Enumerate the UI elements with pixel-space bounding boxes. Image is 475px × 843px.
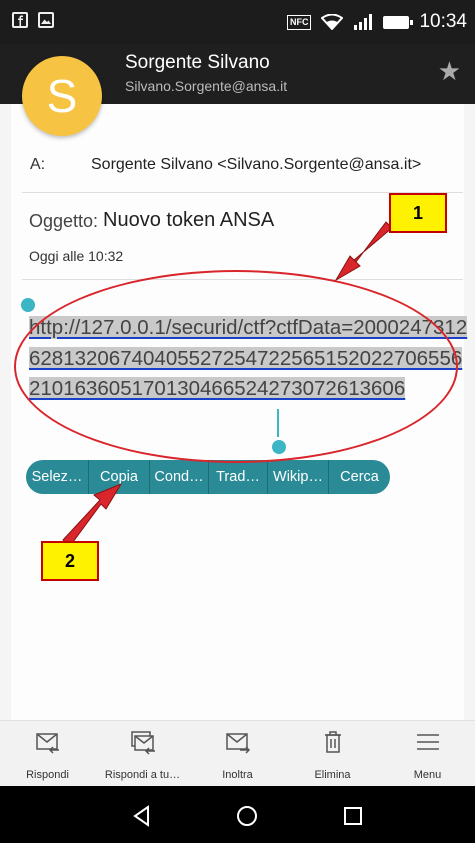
reply-button[interactable]: Rispondi [0, 721, 95, 786]
callout-1: 1 [389, 193, 447, 233]
delete-label: Elimina [314, 769, 351, 781]
back-icon[interactable] [131, 805, 153, 827]
reply-all-label: Rispondi a tu… [104, 769, 181, 781]
home-icon[interactable] [236, 805, 258, 827]
recent-apps-icon[interactable] [342, 805, 364, 827]
callout-2: 2 [41, 541, 99, 581]
forward-icon [225, 733, 250, 754]
reply-all-icon [130, 731, 155, 755]
menu-icon [416, 734, 439, 750]
reply-label: Rispondi [26, 769, 69, 781]
forward-button[interactable]: Inoltra [190, 721, 285, 786]
annotation-arrows [62, 221, 393, 547]
trash-icon [324, 731, 341, 753]
system-nav-bar [0, 786, 475, 843]
forward-label: Inoltra [222, 769, 253, 781]
reply-all-button[interactable]: Rispondi a tu… [95, 721, 190, 786]
delete-button[interactable]: Elimina [285, 721, 380, 786]
reply-icon [35, 733, 59, 754]
menu-button[interactable]: Menu [380, 721, 475, 786]
menu-label: Menu [413, 769, 442, 781]
bottom-action-bar: Rispondi Rispondi a tu… Inoltra Elimina … [0, 720, 475, 786]
